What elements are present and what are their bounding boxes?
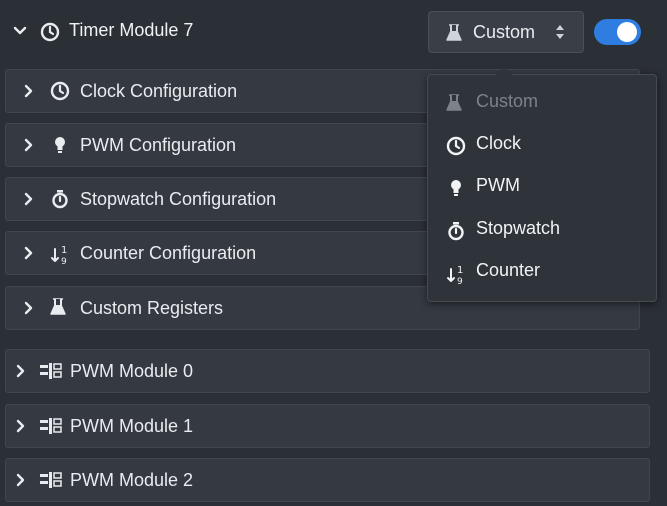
option-pwm[interactable]: PWM xyxy=(428,167,656,207)
mode-dropdown-menu: Custom Clock PWM Stopwatch 19 Counter xyxy=(427,67,657,302)
svg-text:1: 1 xyxy=(61,245,67,256)
section-label: Custom Registers xyxy=(80,298,224,318)
chevron-right-icon xyxy=(16,364,26,378)
sliders-icon xyxy=(40,362,62,380)
toggle-knob xyxy=(617,22,637,42)
module-label: PWM Module 2 xyxy=(70,470,194,490)
module-title: Timer Module 7 xyxy=(69,20,194,40)
section-label: Stopwatch Configuration xyxy=(80,189,277,209)
dropdown-caret xyxy=(496,67,512,75)
option-label: Counter xyxy=(476,260,541,280)
module-label: PWM Module 1 xyxy=(70,416,194,436)
mode-select-value: Custom xyxy=(473,22,536,42)
option-stopwatch[interactable]: Stopwatch xyxy=(428,210,656,250)
flask-icon xyxy=(446,94,462,112)
chevron-right-icon xyxy=(24,301,34,315)
stopwatch-icon xyxy=(446,221,466,241)
section-label: Counter Configuration xyxy=(80,243,257,263)
option-counter[interactable]: 19 Counter xyxy=(428,252,656,292)
svg-text:9: 9 xyxy=(61,257,67,265)
option-label: Custom xyxy=(476,91,539,111)
sliders-icon xyxy=(40,471,62,489)
chevron-right-icon xyxy=(24,84,34,98)
option-label: Clock xyxy=(476,133,522,153)
chevron-right-icon xyxy=(24,192,34,206)
svg-text:9: 9 xyxy=(457,277,463,285)
pwm-module-0[interactable]: PWM Module 0 xyxy=(5,349,650,393)
option-label: PWM xyxy=(476,175,520,195)
stopwatch-icon xyxy=(50,189,70,209)
chevron-right-icon xyxy=(16,419,26,433)
svg-text:1: 1 xyxy=(457,265,463,276)
clock-icon xyxy=(40,22,60,42)
chevron-right-icon xyxy=(16,473,26,487)
pwm-module-2[interactable]: PWM Module 2 xyxy=(5,458,650,502)
bulb-icon xyxy=(50,135,70,155)
pwm-module-1[interactable]: PWM Module 1 xyxy=(5,404,650,448)
sort-numeric-icon: 19 xyxy=(50,243,72,265)
section-label: PWM Configuration xyxy=(80,135,237,155)
bulb-icon xyxy=(446,178,466,198)
sort-arrows-icon xyxy=(555,23,565,41)
mode-select[interactable]: Custom xyxy=(428,11,584,53)
clock-icon xyxy=(50,81,70,101)
clock-icon xyxy=(446,136,466,156)
module-enable-toggle[interactable] xyxy=(594,19,641,45)
option-custom: Custom xyxy=(428,83,656,123)
flask-icon xyxy=(50,298,66,316)
section-label: Clock Configuration xyxy=(80,81,238,101)
module-label: PWM Module 0 xyxy=(70,361,194,381)
chevron-right-icon xyxy=(24,138,34,152)
sliders-icon xyxy=(40,417,62,435)
flask-icon xyxy=(446,24,462,42)
sort-numeric-icon: 19 xyxy=(446,263,468,285)
option-clock[interactable]: Clock xyxy=(428,125,656,165)
option-label: Stopwatch xyxy=(476,218,561,238)
chevron-right-icon xyxy=(24,246,34,260)
chevron-down-icon[interactable] xyxy=(13,24,27,38)
